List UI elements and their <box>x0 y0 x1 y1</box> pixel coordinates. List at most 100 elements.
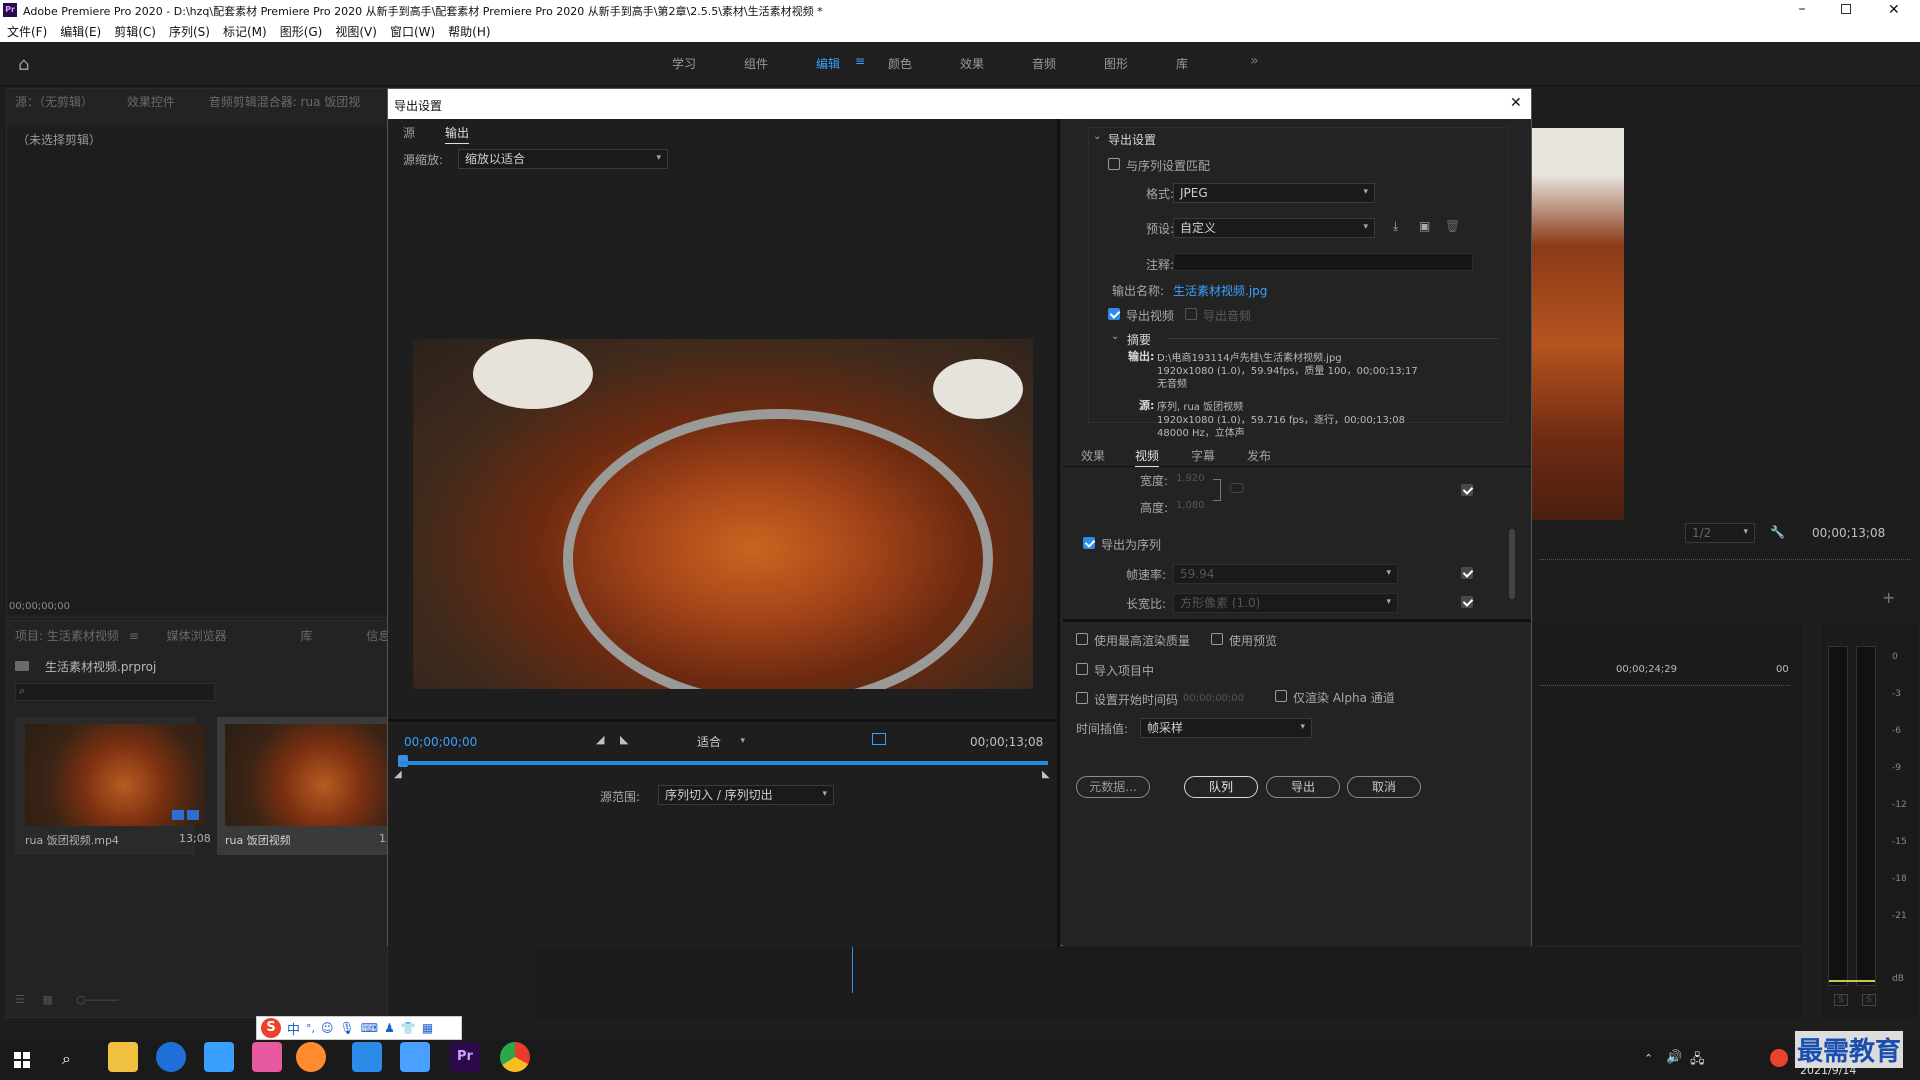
list-view-icon[interactable]: ☰ <box>15 993 25 1006</box>
menu-clip[interactable]: 剪辑(C) <box>114 23 156 40</box>
tab-project[interactable]: 项目: 生活素材视频 <box>15 629 119 643</box>
workspace-tab-color[interactable]: 颜色 <box>888 55 912 72</box>
dialog-close-icon[interactable]: ✕ <box>1510 95 1522 111</box>
ime-chinese-mode[interactable]: 中 <box>287 1019 300 1038</box>
size-override-checkbox[interactable] <box>1461 484 1473 496</box>
menu-help[interactable]: 帮助(H) <box>448 23 490 40</box>
sogou-logo-icon[interactable]: S <box>261 1018 281 1038</box>
range-out-handle[interactable]: ◣ <box>1042 769 1050 780</box>
menu-marker[interactable]: 标记(M) <box>223 23 267 40</box>
cancel-button[interactable]: 取消 <box>1347 776 1421 798</box>
sogou-tray-icon[interactable] <box>1770 1049 1788 1067</box>
menu-sequence[interactable]: 序列(S) <box>169 23 210 40</box>
home-icon[interactable]: ⌂ <box>18 54 29 75</box>
project-search-input[interactable] <box>15 683 215 701</box>
app-icon[interactable] <box>252 1042 282 1072</box>
file-explorer-icon[interactable] <box>108 1042 138 1072</box>
tab-audio-clip-mixer[interactable]: 音频剪辑混合器: rua 饭团视 <box>209 95 361 109</box>
framerate-dropdown[interactable]: 59.94 ▾ <box>1173 564 1398 584</box>
tab-video[interactable]: 视频 <box>1135 447 1160 467</box>
delete-preset-icon[interactable]: 🗑 <box>1445 219 1460 233</box>
mark-out-icon[interactable]: ◣ <box>620 733 628 746</box>
use-preview-checkbox[interactable] <box>1211 633 1223 645</box>
tab-media-browser[interactable]: 媒体浏览器 <box>167 629 227 643</box>
program-resolution-dropdown[interactable]: 1/2 ▾ <box>1685 523 1755 543</box>
format-dropdown[interactable]: JPEG ▾ <box>1173 183 1375 203</box>
aspect-toggle-icon[interactable] <box>872 733 886 745</box>
restore-icon[interactable] <box>1841 4 1851 14</box>
workspace-tab-assembly[interactable]: 组件 <box>744 55 768 72</box>
chrome-icon[interactable] <box>500 1042 530 1072</box>
tab-project-menu-icon[interactable]: ≡ <box>129 629 139 643</box>
tab-source[interactable]: 源：（无剪辑） <box>15 95 93 109</box>
edge-icon[interactable] <box>156 1042 186 1072</box>
workspace-more-icon[interactable]: » <box>1250 53 1259 69</box>
aspect-dropdown[interactable]: 方形像素 (1.0) ▾ <box>1173 593 1398 613</box>
settings-scrollbar[interactable] <box>1509 529 1515 599</box>
app-icon[interactable] <box>296 1042 326 1072</box>
ime-punct-icon[interactable]: °, <box>306 1022 315 1035</box>
workspace-menu-icon[interactable]: ≡ <box>855 54 865 68</box>
import-project-checkbox[interactable] <box>1076 663 1088 675</box>
tab-libraries[interactable]: 库 <box>300 629 312 643</box>
workspace-tab-effects[interactable]: 效果 <box>960 55 984 72</box>
workspace-tab-audio[interactable]: 音频 <box>1032 55 1056 72</box>
menu-view[interactable]: 视图(V) <box>335 23 377 40</box>
max-quality-checkbox[interactable] <box>1076 633 1088 645</box>
window-close-icon[interactable]: ✕ <box>1888 0 1900 20</box>
set-start-timecode-checkbox[interactable] <box>1076 692 1088 704</box>
source-scale-dropdown[interactable]: 缩放以适合 ▾ <box>458 149 668 169</box>
chain-link-icon[interactable] <box>1230 483 1244 493</box>
workspace-tab-learn[interactable]: 学习 <box>672 55 696 72</box>
ime-keyboard-icon[interactable]: ⌨ <box>361 1021 378 1035</box>
workspace-tab-editing[interactable]: 编辑 <box>816 55 840 72</box>
tab-publish[interactable]: 发布 <box>1247 447 1271 464</box>
collapse-icon[interactable]: ⌄ <box>1093 131 1101 142</box>
volume-icon[interactable]: 🔊 <box>1666 1050 1682 1065</box>
time-interpolation-dropdown[interactable]: 帧采样 ▾ <box>1140 718 1312 738</box>
tab-effects[interactable]: 效果 <box>1081 447 1105 464</box>
mark-in-icon[interactable]: ◢ <box>596 733 604 746</box>
workspace-tab-libraries[interactable]: 库 <box>1176 55 1188 72</box>
tab-effect-controls[interactable]: 效果控件 <box>127 95 175 109</box>
tab-captions[interactable]: 字幕 <box>1191 447 1215 464</box>
zoom-slider[interactable]: ○——— <box>76 993 119 1006</box>
aspect-override-checkbox[interactable] <box>1461 596 1473 608</box>
ime-mic-icon[interactable]: 🎙 <box>340 1021 355 1035</box>
wrench-icon[interactable]: 🔧 <box>1770 525 1785 539</box>
tray-up-icon[interactable]: ⌃ <box>1644 1052 1653 1065</box>
workspace-tab-graphics[interactable]: 图形 <box>1104 55 1128 72</box>
minimize-icon[interactable]: – <box>1795 0 1809 18</box>
ime-tools-icon[interactable]: ▦ <box>422 1021 433 1035</box>
search-icon[interactable]: ⌕ <box>62 1049 71 1069</box>
menu-edit[interactable]: 编辑(E) <box>60 23 101 40</box>
icon-view-icon[interactable]: ▦ <box>42 993 52 1006</box>
alpha-only-checkbox[interactable] <box>1275 690 1287 702</box>
premiere-icon[interactable]: Pr <box>450 1042 480 1072</box>
range-in-handle[interactable]: ◢ <box>394 769 402 780</box>
comment-input[interactable] <box>1173 253 1473 271</box>
metadata-button[interactable]: 元数据... <box>1076 776 1150 798</box>
summary-collapse-icon[interactable]: ⌄ <box>1111 331 1119 342</box>
photos-icon[interactable] <box>400 1042 430 1072</box>
framerate-override-checkbox[interactable] <box>1461 567 1473 579</box>
solo-button[interactable]: S <box>1862 994 1876 1006</box>
export-as-sequence-checkbox[interactable] <box>1083 537 1095 549</box>
app-icon[interactable] <box>204 1042 234 1072</box>
save-preset-icon[interactable]: ⤓ <box>1393 219 1398 234</box>
fit-dropdown[interactable]: 适合 ▾ <box>690 732 752 752</box>
add-button-icon[interactable]: + <box>1882 588 1895 607</box>
ime-emoji-icon[interactable]: ☺ <box>321 1021 334 1035</box>
export-button[interactable]: 导出 <box>1266 776 1340 798</box>
source-range-dropdown[interactable]: 序列切入 / 序列切出 ▾ <box>658 785 834 805</box>
export-audio-checkbox[interactable] <box>1185 308 1197 320</box>
app-icon[interactable] <box>352 1042 382 1072</box>
output-name-link[interactable]: 生活素材视频.jpg <box>1173 282 1267 299</box>
import-preset-icon[interactable]: ▣ <box>1419 219 1430 233</box>
menu-window[interactable]: 窗口(W) <box>390 23 435 40</box>
menu-graphics[interactable]: 图形(G) <box>280 23 323 40</box>
ime-user-icon[interactable]: ♟ <box>384 1021 395 1035</box>
preview-scrub-bar[interactable] <box>400 761 1048 765</box>
preset-dropdown[interactable]: 自定义 ▾ <box>1173 218 1375 238</box>
queue-button[interactable]: 队列 <box>1184 776 1258 798</box>
